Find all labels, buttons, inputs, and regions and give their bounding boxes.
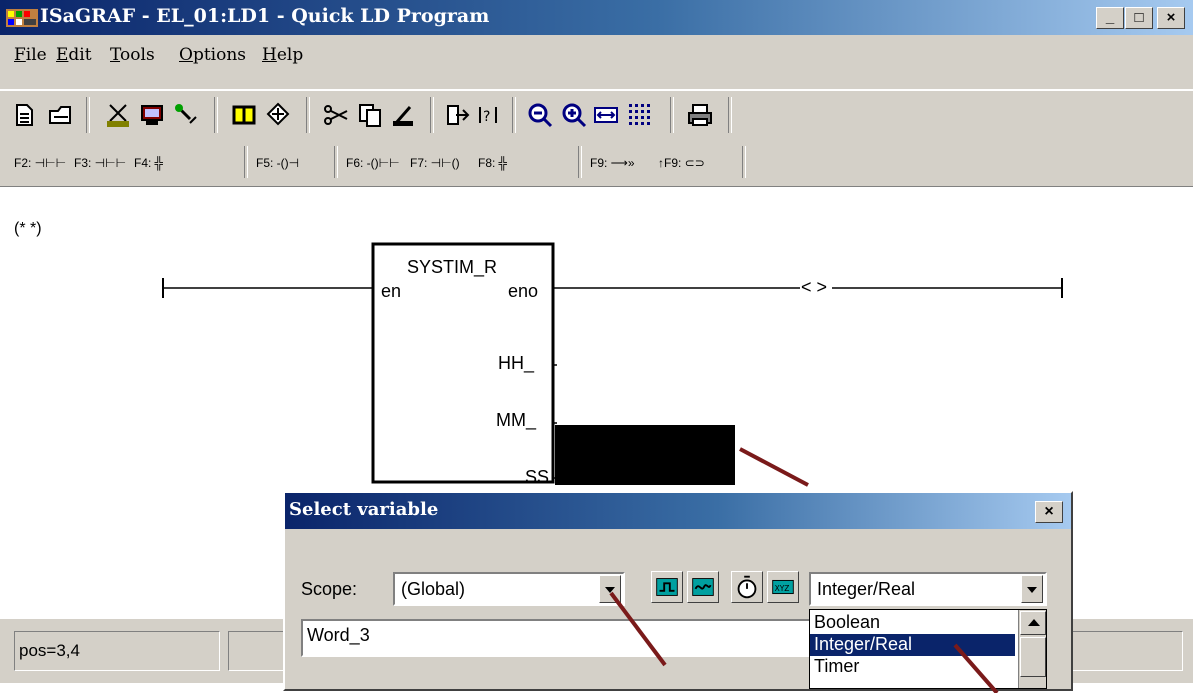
menu-file[interactable]: File — [14, 45, 47, 65]
toolbar-separator — [512, 97, 516, 133]
scope-select[interactable]: (Global) — [393, 572, 625, 606]
zoom-out-icon[interactable] — [526, 101, 554, 129]
type-option-boolean[interactable]: Boolean — [810, 612, 1015, 634]
f4-parallel-contact-button[interactable]: F4: ╬ — [134, 156, 163, 170]
toolbar-separator — [670, 97, 674, 133]
type-dropdown-list: Boolean Integer/Real Timer — [809, 609, 1047, 689]
dialog-title: Select variable — [289, 499, 439, 520]
pin-hh: HH_ — [498, 353, 535, 373]
function-block-icon[interactable] — [230, 101, 258, 129]
zoom-in-icon[interactable] — [560, 101, 588, 129]
contact-query-icon[interactable]: ? — [474, 101, 502, 129]
svg-text:?: ? — [483, 109, 490, 125]
scroll-up-button[interactable] — [1020, 611, 1046, 635]
f9-jump-button[interactable]: F9: ⟶» — [590, 156, 635, 170]
toolbar-separator — [86, 97, 90, 133]
type-option-integer-real[interactable]: Integer/Real — [810, 634, 1015, 656]
menu-help[interactable]: Help — [262, 45, 303, 65]
open-file-icon[interactable] — [46, 101, 74, 129]
f5-coil-button[interactable]: F5: -()⊣ — [256, 156, 299, 170]
scope-dropdown-button[interactable] — [599, 575, 621, 603]
status-position: pos=3,4 — [14, 631, 220, 671]
menu-bar: File Edit Tools Options Help — [0, 35, 1193, 89]
new-file-icon[interactable] — [10, 101, 38, 129]
pin-en: en — [381, 281, 402, 301]
menu-options[interactable]: Options — [179, 45, 246, 65]
filter-analog-icon[interactable] — [687, 571, 719, 603]
pin-mm: MM_ — [496, 410, 536, 430]
toolbar-separator — [214, 97, 218, 133]
type-dropdown-button[interactable] — [1021, 575, 1043, 603]
f2-contact-button[interactable]: F2: ⊣⊢⊢ — [14, 156, 66, 170]
grid-icon[interactable] — [626, 101, 654, 129]
paste-brush-icon[interactable] — [390, 101, 418, 129]
annotation-arrow — [739, 447, 809, 487]
isagraf-app-icon — [6, 9, 38, 27]
status-panel — [1063, 631, 1183, 671]
block-name: SYSTIM_R — [407, 257, 498, 277]
f7-block-button[interactable]: F7: ⊣⊢() — [410, 156, 460, 170]
dialog-title-bar: Select variable × — [285, 493, 1071, 529]
title-bar: ISaGRAF - EL_01:LD1 - Quick LD Program _… — [0, 0, 1193, 35]
toolbar-separator — [244, 146, 248, 178]
coil-placeholder[interactable]: < > — [801, 277, 827, 298]
filter-boolean-icon[interactable] — [651, 571, 683, 603]
type-value: Integer/Real — [817, 579, 916, 599]
variables-icon[interactable] — [264, 101, 292, 129]
pin-eno: eno — [508, 281, 539, 301]
minimize-button[interactable]: _ — [1096, 7, 1124, 29]
maximize-button[interactable]: □ — [1125, 7, 1153, 29]
toolbar-separator — [742, 146, 746, 178]
copy-icon[interactable] — [356, 101, 384, 129]
toolbar-separator — [306, 97, 310, 133]
fit-width-icon[interactable] — [592, 101, 620, 129]
variable-name-input[interactable]: Word_3 — [301, 619, 817, 657]
dialog-close-button[interactable]: × — [1035, 501, 1063, 523]
pin-ss: SS — [525, 467, 550, 487]
shift-f9-comment-button[interactable]: ↑F9: ⊂⊃ — [658, 156, 705, 170]
print-icon[interactable] — [686, 101, 714, 129]
rung-comment: (* *) — [14, 220, 42, 237]
type-select[interactable]: Integer/Real — [809, 572, 1047, 606]
scroll-thumb[interactable] — [1020, 637, 1046, 677]
dropdown-scrollbar[interactable] — [1018, 610, 1046, 688]
type-option-timer[interactable]: Timer — [810, 656, 1015, 678]
scissors-icon[interactable] — [322, 101, 350, 129]
toolbar-separator — [430, 97, 434, 133]
filter-timer-icon[interactable] — [731, 571, 763, 603]
f8-parallel-block-button[interactable]: F8: ╬ — [478, 156, 507, 170]
selected-variable-cell — [555, 425, 735, 485]
toolbar-separator — [728, 97, 732, 133]
ld-function-key-toolbar: F2: ⊣⊢⊢ F3: ⊣⊢⊢ F4: ╬ F5: -()⊣ F6: -()⊢⊢… — [0, 142, 1193, 187]
select-variable-dialog: Select variable × Scope: (Global) XYZ In… — [283, 491, 1073, 693]
window-title: ISaGRAF - EL_01:LD1 - Quick LD Program — [40, 5, 490, 27]
monitor-icon[interactable] — [138, 101, 166, 129]
close-button[interactable]: × — [1157, 7, 1185, 29]
goto-icon[interactable] — [444, 101, 472, 129]
filter-message-icon[interactable]: XYZ — [767, 571, 799, 603]
toolbar-separator — [334, 146, 338, 178]
menu-tools[interactable]: Tools — [110, 45, 155, 65]
scope-value: (Global) — [401, 579, 466, 599]
variable-name-value: Word_3 — [307, 625, 370, 645]
svg-text:XYZ: XYZ — [775, 584, 790, 593]
cut-tool-icon[interactable] — [104, 101, 132, 129]
toolbar-separator — [578, 146, 582, 178]
menu-edit[interactable]: Edit — [56, 45, 92, 65]
f3-contact-button[interactable]: F3: ⊣⊢⊢ — [74, 156, 126, 170]
scope-label: Scope: — [301, 579, 358, 599]
f6-block-button[interactable]: F6: -()⊢⊢ — [346, 156, 400, 170]
main-toolbar: ? — [0, 90, 1193, 143]
debug-tool-icon[interactable] — [172, 101, 200, 129]
